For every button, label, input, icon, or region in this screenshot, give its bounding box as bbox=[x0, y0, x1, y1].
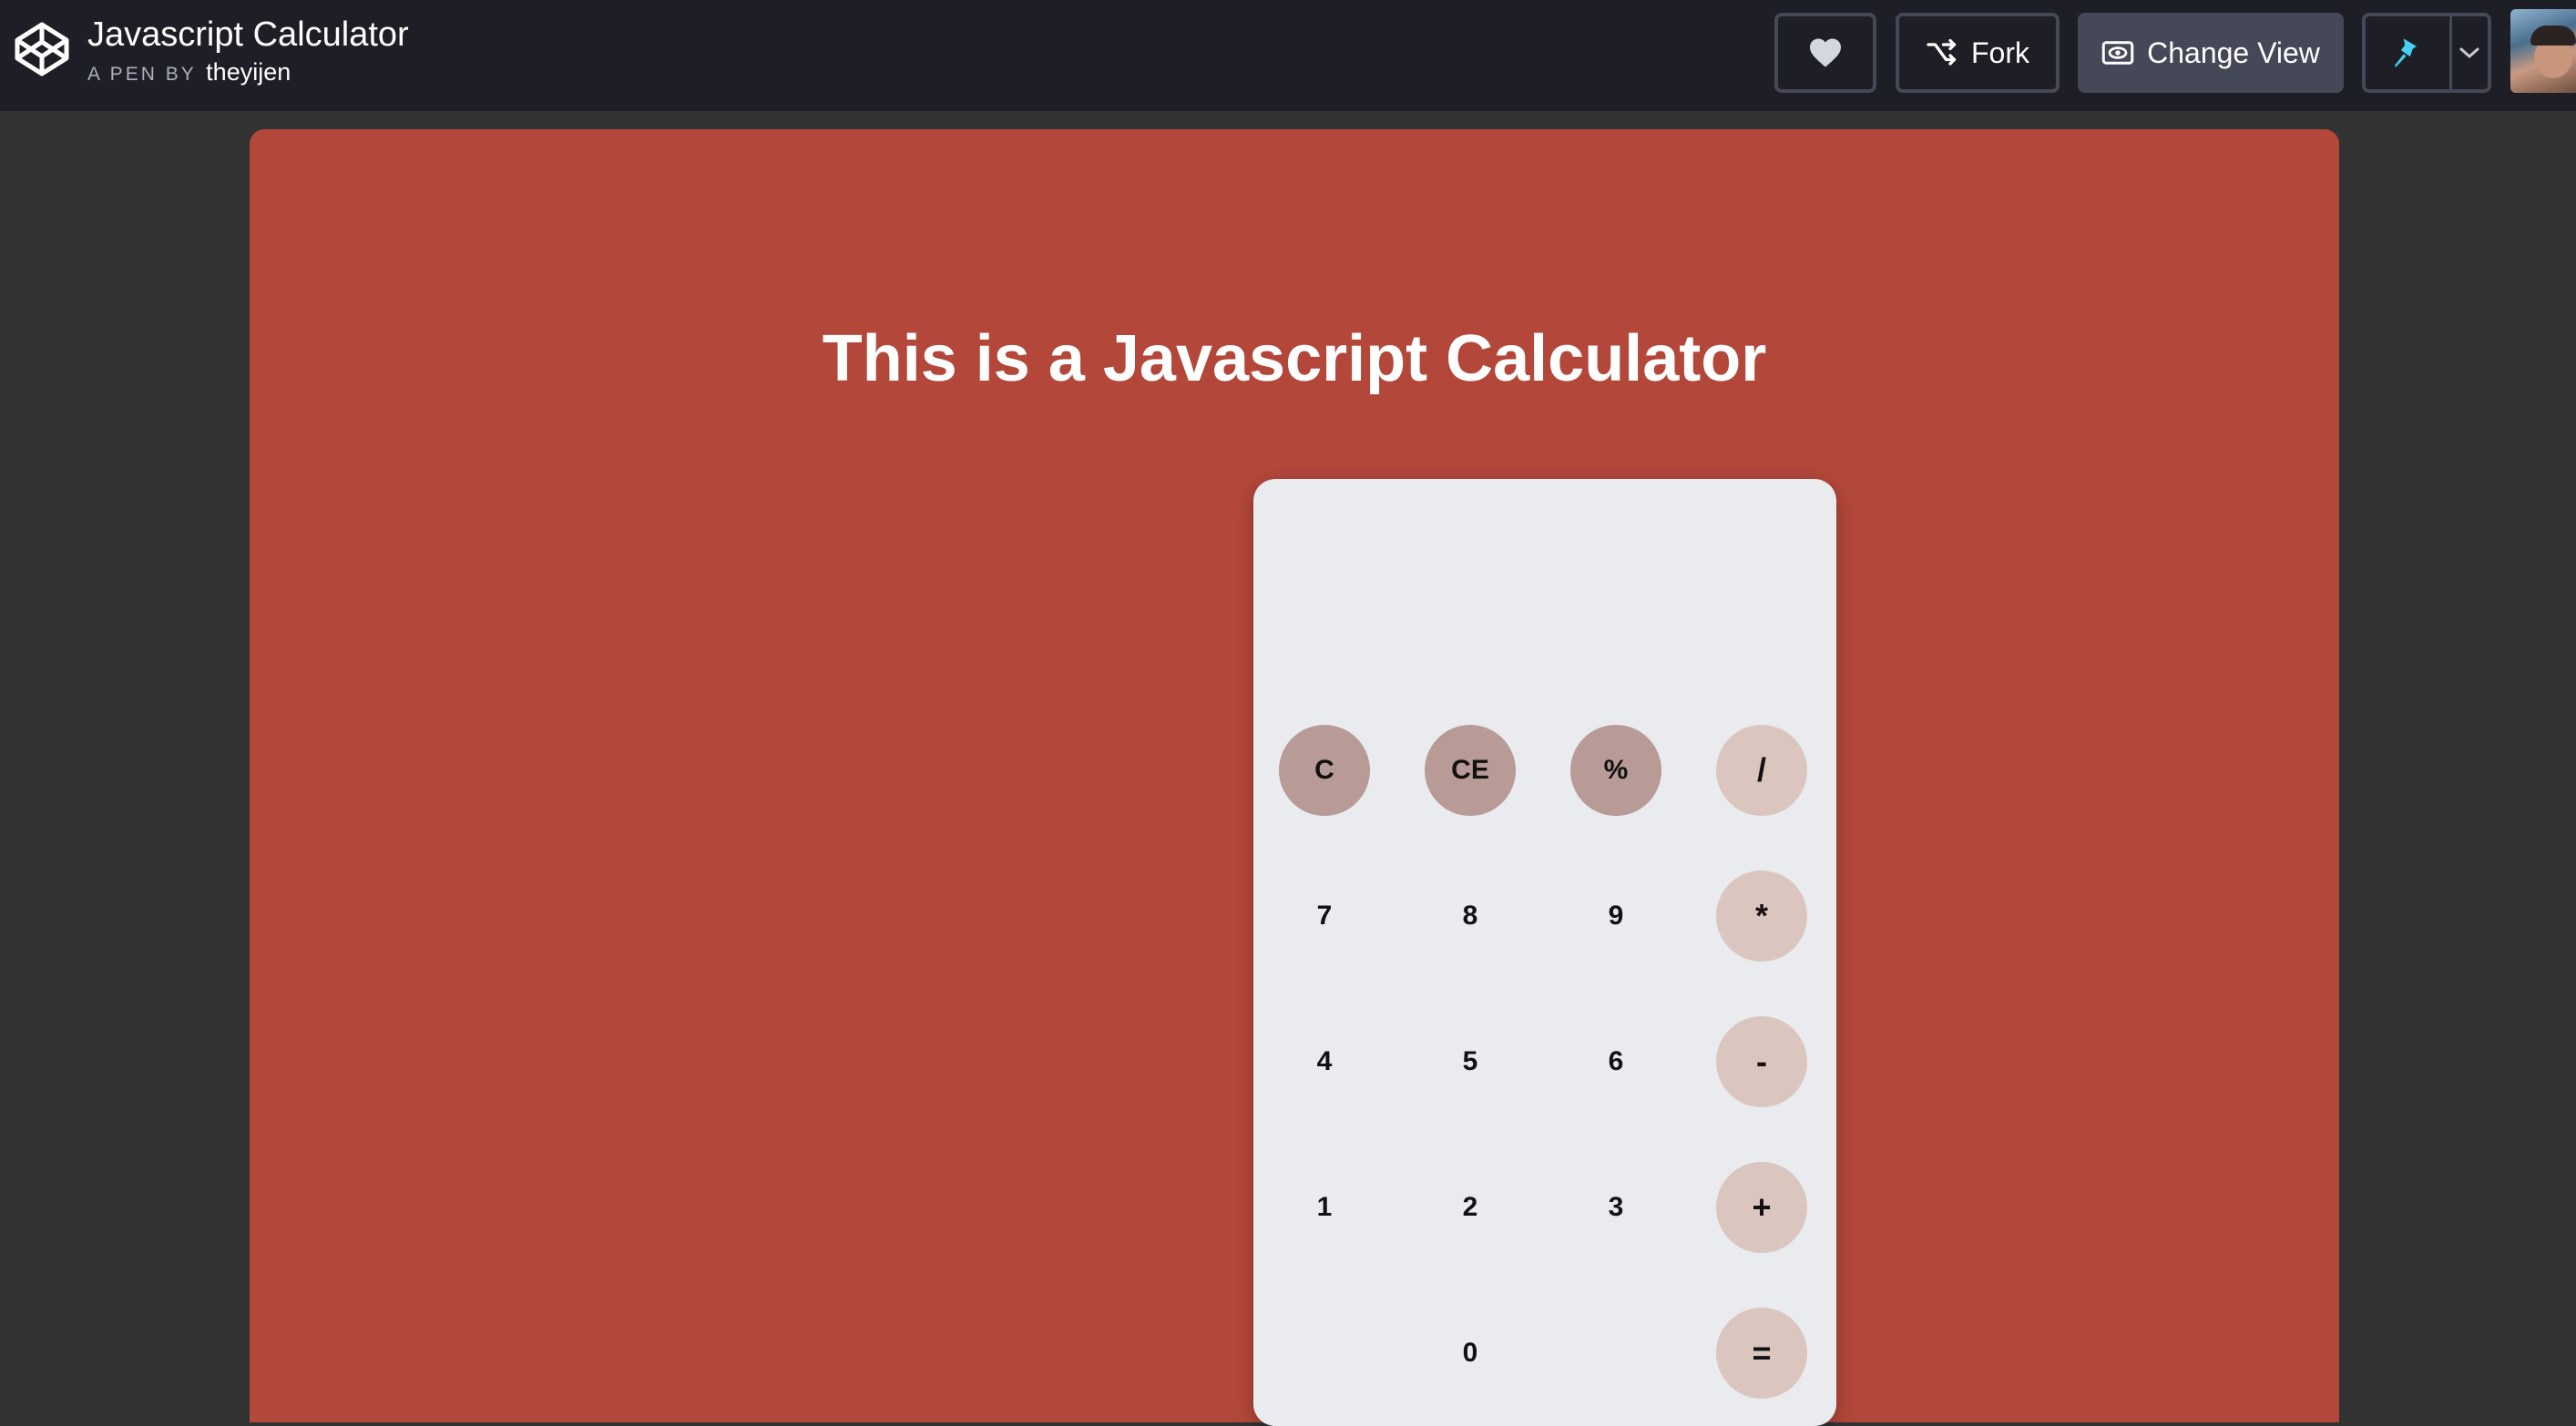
heart-icon bbox=[1810, 38, 1841, 67]
clear-entry-button[interactable]: CE bbox=[1425, 725, 1516, 816]
pin-dropdown-button[interactable] bbox=[2452, 16, 2488, 89]
subtract-button[interactable]: - bbox=[1716, 1016, 1807, 1107]
change-view-label: Change View bbox=[2147, 36, 2320, 69]
pen-author-link[interactable]: theyijen bbox=[206, 58, 291, 86]
change-view-button[interactable]: Change View bbox=[2078, 13, 2344, 93]
digit-0-button[interactable]: 0 bbox=[1425, 1308, 1516, 1399]
heart-button[interactable] bbox=[1774, 13, 1876, 93]
digit-4-button[interactable]: 4 bbox=[1279, 1016, 1370, 1107]
pin-button-group bbox=[2362, 13, 2491, 93]
percent-button[interactable]: % bbox=[1570, 725, 1661, 816]
calculator: C CE % / 7 8 9 * 4 5 6 - 1 2 3 + 0 = bbox=[1253, 479, 1836, 1426]
digit-1-button[interactable]: 1 bbox=[1279, 1162, 1370, 1253]
avatar-hair bbox=[2530, 25, 2576, 46]
equals-button[interactable]: = bbox=[1716, 1308, 1807, 1399]
digit-9-button[interactable]: 9 bbox=[1570, 871, 1661, 962]
divide-button[interactable]: / bbox=[1716, 725, 1807, 816]
user-avatar[interactable] bbox=[2510, 9, 2576, 93]
clear-button[interactable]: C bbox=[1279, 725, 1370, 816]
digit-2-button[interactable]: 2 bbox=[1425, 1162, 1516, 1253]
pin-icon bbox=[2394, 38, 2417, 67]
calculator-display bbox=[1281, 506, 1809, 707]
chevron-down-icon bbox=[2459, 47, 2479, 58]
digit-5-button[interactable]: 5 bbox=[1425, 1016, 1516, 1107]
digit-8-button[interactable]: 8 bbox=[1425, 871, 1516, 962]
fork-label: Fork bbox=[1971, 36, 2029, 69]
eye-icon bbox=[2101, 41, 2134, 65]
multiply-button[interactable]: * bbox=[1716, 871, 1807, 962]
fork-button[interactable]: Fork bbox=[1896, 13, 2060, 93]
add-button[interactable]: + bbox=[1716, 1162, 1807, 1253]
pen-author-line: A PEN BY theyijen bbox=[87, 56, 291, 92]
codepen-logo-icon[interactable] bbox=[13, 20, 71, 78]
page-heading: This is a Javascript Calculator bbox=[822, 322, 1767, 395]
digit-3-button[interactable]: 3 bbox=[1570, 1162, 1661, 1253]
fork-icon bbox=[1927, 39, 1957, 66]
pen-by-label: A PEN BY bbox=[87, 64, 197, 85]
pin-button[interactable] bbox=[2366, 16, 2452, 89]
digit-6-button[interactable]: 6 bbox=[1570, 1016, 1661, 1107]
digit-7-button[interactable]: 7 bbox=[1279, 871, 1370, 962]
codepen-header: Javascript Calculator A PEN BY theyijen … bbox=[0, 0, 2576, 111]
pen-preview: This is a Javascript Calculator C CE % /… bbox=[250, 129, 2339, 1426]
pen-title[interactable]: Javascript Calculator bbox=[87, 9, 409, 60]
